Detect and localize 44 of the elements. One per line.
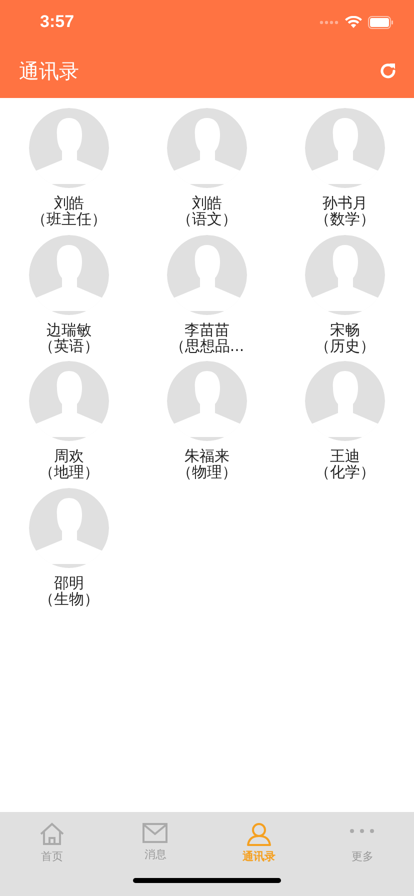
person-icon [246, 822, 272, 846]
avatar-icon[interactable] [305, 108, 385, 188]
contact-role: （化学） [315, 464, 375, 480]
avatar-icon[interactable] [29, 108, 109, 188]
contact-role: （语文） [177, 211, 237, 227]
contact-role: （英语） [39, 338, 99, 354]
refresh-icon[interactable] [378, 61, 398, 81]
avatar-icon[interactable] [29, 488, 109, 568]
wifi-icon [345, 16, 362, 28]
avatar-icon[interactable] [305, 361, 385, 441]
contact-name: 宋畅 [330, 322, 360, 338]
avatar-icon[interactable] [167, 361, 247, 441]
contact-role: （物理） [177, 464, 237, 480]
avatar-icon[interactable] [305, 234, 385, 314]
signal-icon [319, 20, 339, 24]
tab-item[interactable]: 更多 [310, 822, 414, 864]
avatar-icon[interactable] [167, 234, 247, 314]
avatar-icon[interactable] [29, 234, 109, 314]
page-title: 通讯录 [19, 58, 79, 84]
contact-name: 李苗苗 [184, 322, 230, 338]
battery-icon [368, 16, 394, 28]
contact-name: 边瑞敏 [46, 322, 92, 338]
contact-name: 邵明 [54, 574, 84, 590]
contact-name: 朱福来 [184, 448, 230, 464]
contact-name: 刘皓 [192, 195, 222, 211]
avatar-icon[interactable] [167, 108, 247, 188]
contact-role: （历史） [315, 338, 375, 354]
contact-role: （数学） [315, 211, 375, 227]
contact-role: （地理） [39, 464, 99, 480]
mail-icon [142, 822, 168, 844]
contact-role: （生物） [39, 590, 99, 606]
status-time: 3:57 [40, 12, 74, 32]
contact-role: （思想品... [170, 338, 244, 354]
more-icon [350, 829, 374, 833]
contact-name: 周欢 [54, 448, 84, 464]
tab-item[interactable]: 首页 [0, 822, 104, 864]
contact-name: 王迪 [330, 448, 360, 464]
contact-name: 刘皓 [54, 195, 84, 211]
contact-name: 孙书月 [322, 195, 368, 211]
home-icon [38, 822, 65, 846]
contact-role: （班主任） [32, 211, 106, 227]
tab-item[interactable]: 通讯录 [207, 822, 310, 864]
avatar-icon[interactable] [29, 361, 109, 441]
tab-item[interactable]: 消息 [104, 822, 207, 864]
